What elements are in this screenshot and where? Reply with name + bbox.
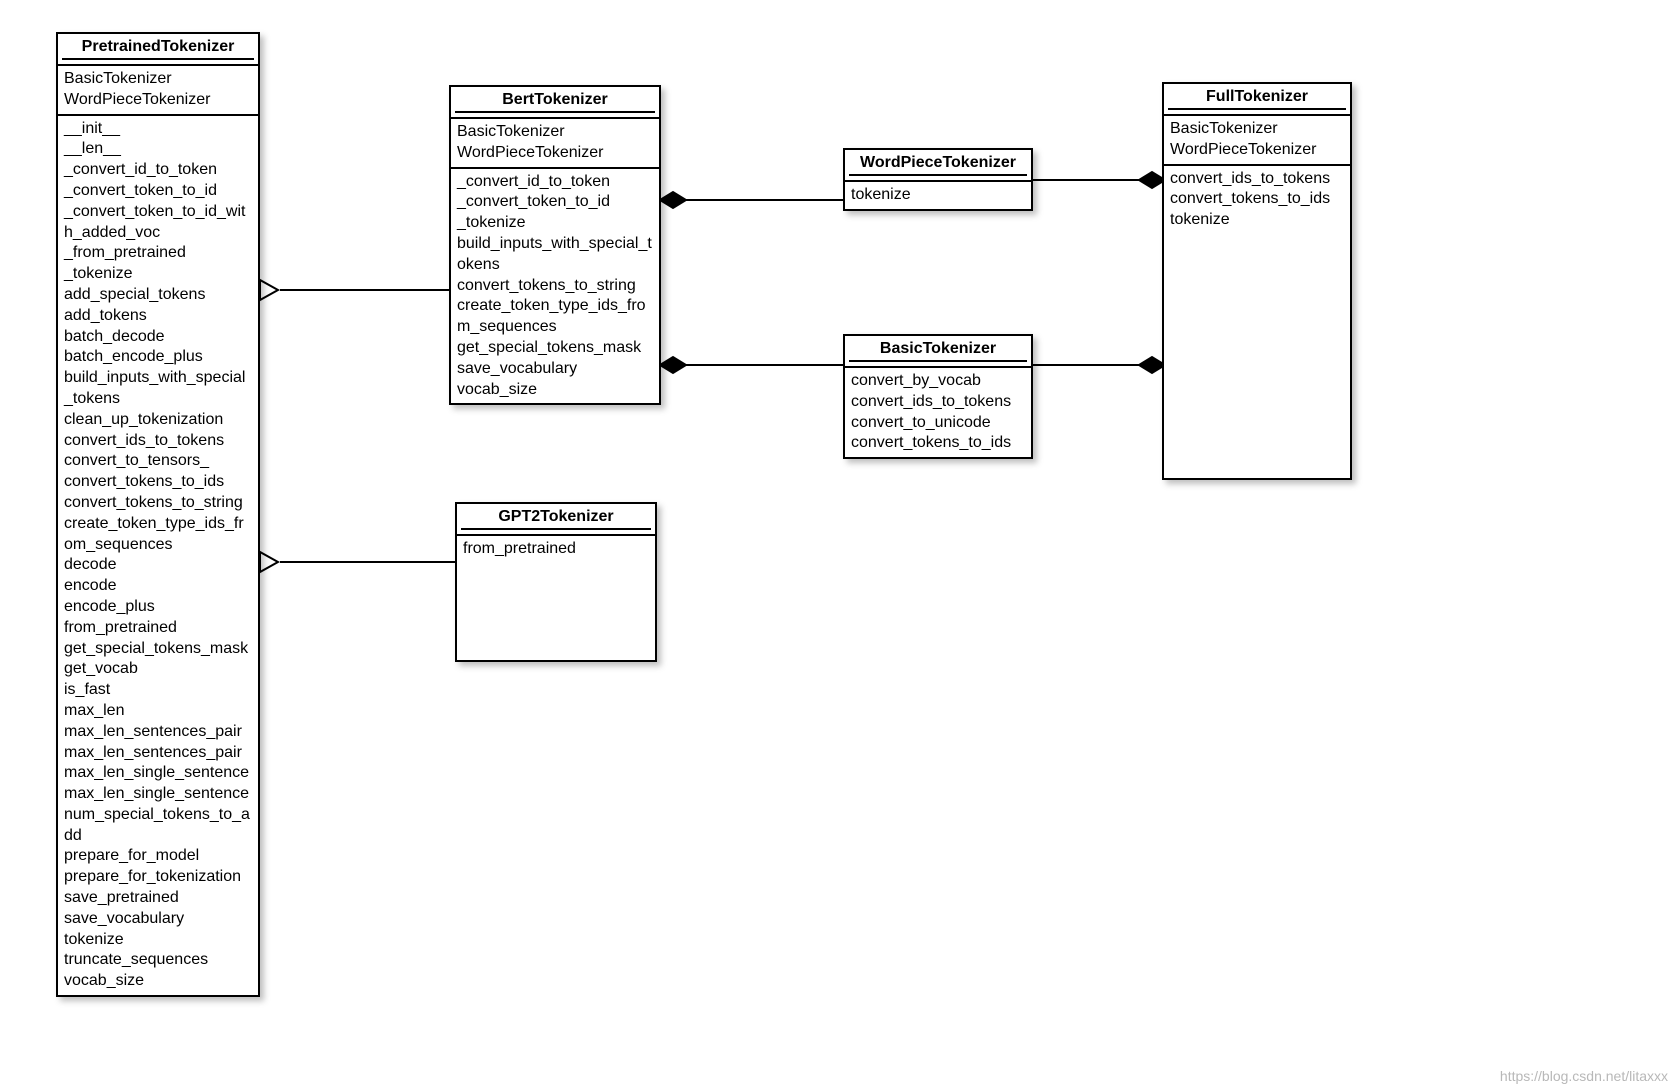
method-item: save_vocabulary <box>64 909 252 930</box>
class-attrs: BasicTokenizer WordPieceTokenizer <box>58 66 258 116</box>
composition-bert-wordpiece <box>660 192 843 208</box>
method-item: _convert_token_to_id <box>457 192 653 213</box>
method-item: prepare_for_model <box>64 846 252 867</box>
composition-full-wordpiece <box>1033 172 1165 188</box>
method-item: create_token_type_ids_from_sequences <box>64 514 252 556</box>
method-item: convert_tokens_to_string <box>457 276 653 297</box>
method-item: convert_tokens_to_string <box>64 493 252 514</box>
method-item: save_vocabulary <box>457 359 653 380</box>
method-item: tokenize <box>1170 210 1344 231</box>
method-item: build_inputs_with_special_tokens <box>457 234 653 276</box>
method-item: get_special_tokens_mask <box>64 639 252 660</box>
class-title: GPT2Tokenizer <box>457 504 655 536</box>
method-item: batch_encode_plus <box>64 347 252 368</box>
composition-bert-basic <box>660 357 843 373</box>
watermark-text: https://blog.csdn.net/litaxxx <box>1500 1068 1668 1084</box>
class-methods: convert_by_vocabconvert_ids_to_tokenscon… <box>845 368 1031 457</box>
method-item: add_special_tokens <box>64 285 252 306</box>
method-item: batch_decode <box>64 327 252 348</box>
method-item: decode <box>64 555 252 576</box>
method-item: clean_up_tokenization <box>64 410 252 431</box>
attr-item: WordPieceTokenizer <box>1170 140 1344 161</box>
class-full-tokenizer: FullTokenizer BasicTokenizer WordPieceTo… <box>1162 82 1352 480</box>
method-item: _convert_id_to_token <box>457 172 653 193</box>
class-methods: from_pretrained <box>457 536 655 656</box>
method-item: __init__ <box>64 119 252 140</box>
method-item: prepare_for_tokenization <box>64 867 252 888</box>
method-item: convert_tokens_to_ids <box>851 433 1025 454</box>
method-item: save_pretrained <box>64 888 252 909</box>
inheritance-gpt2-to-pretrained <box>260 552 455 572</box>
method-item: from_pretrained <box>64 618 252 639</box>
class-methods: tokenize <box>845 182 1031 209</box>
method-item: max_len <box>64 701 252 722</box>
method-item: max_len_sentences_pair <box>64 743 252 764</box>
attr-item: BasicTokenizer <box>457 122 653 143</box>
class-pretrained-tokenizer: PretrainedTokenizer BasicTokenizer WordP… <box>56 32 260 997</box>
attr-item: WordPieceTokenizer <box>64 90 252 111</box>
method-item: encode_plus <box>64 597 252 618</box>
method-item: _convert_id_to_token <box>64 160 252 181</box>
method-item: convert_ids_to_tokens <box>1170 169 1344 190</box>
method-item: truncate_sequences <box>64 950 252 971</box>
method-item: __len__ <box>64 139 252 160</box>
method-item: convert_tokens_to_ids <box>64 472 252 493</box>
method-item: encode <box>64 576 252 597</box>
method-item: convert_to_tensors_ <box>64 451 252 472</box>
method-item: build_inputs_with_special_tokens <box>64 368 252 410</box>
inheritance-bert-to-pretrained <box>260 280 449 300</box>
method-item: _tokenize <box>64 264 252 285</box>
method-item: add_tokens <box>64 306 252 327</box>
attr-item: WordPieceTokenizer <box>457 143 653 164</box>
method-item: vocab_size <box>457 380 653 401</box>
method-item: max_len_single_sentence <box>64 784 252 805</box>
method-item: num_special_tokens_to_add <box>64 805 252 847</box>
class-gpt2-tokenizer: GPT2Tokenizer from_pretrained <box>455 502 657 662</box>
attr-item: BasicTokenizer <box>64 69 252 90</box>
method-item: get_special_tokens_mask <box>457 338 653 359</box>
class-title: PretrainedTokenizer <box>58 34 258 66</box>
class-attrs: BasicTokenizer WordPieceTokenizer <box>451 119 659 169</box>
class-title: BasicTokenizer <box>845 336 1031 368</box>
class-wordpiece-tokenizer: WordPieceTokenizer tokenize <box>843 148 1033 211</box>
method-item: _tokenize <box>457 213 653 234</box>
method-item: _convert_token_to_id_with_added_voc <box>64 202 252 244</box>
method-item: vocab_size <box>64 971 252 992</box>
class-title: FullTokenizer <box>1164 84 1350 116</box>
method-item: get_vocab <box>64 659 252 680</box>
method-item: tokenize <box>64 930 252 951</box>
class-methods: _convert_id_to_token_convert_token_to_id… <box>451 169 659 404</box>
method-item: max_len_single_sentence <box>64 763 252 784</box>
class-basic-tokenizer: BasicTokenizer convert_by_vocabconvert_i… <box>843 334 1033 459</box>
method-item: _convert_token_to_id <box>64 181 252 202</box>
method-item: convert_to_unicode <box>851 413 1025 434</box>
class-methods: __init____len___convert_id_to_token_conv… <box>58 116 258 995</box>
class-attrs: BasicTokenizer WordPieceTokenizer <box>1164 116 1350 166</box>
method-item: _from_pretrained <box>64 243 252 264</box>
class-title: WordPieceTokenizer <box>845 150 1031 182</box>
class-bert-tokenizer: BertTokenizer BasicTokenizer WordPieceTo… <box>449 85 661 405</box>
method-item: from_pretrained <box>463 539 649 560</box>
method-item: convert_ids_to_tokens <box>851 392 1025 413</box>
class-title: BertTokenizer <box>451 87 659 119</box>
method-item: tokenize <box>851 185 1025 206</box>
class-methods: convert_ids_to_tokensconvert_tokens_to_i… <box>1164 166 1350 466</box>
method-item: is_fast <box>64 680 252 701</box>
composition-full-basic <box>1033 357 1165 373</box>
method-item: convert_ids_to_tokens <box>64 431 252 452</box>
method-item: convert_by_vocab <box>851 371 1025 392</box>
method-item: create_token_type_ids_from_sequences <box>457 296 653 338</box>
method-item: convert_tokens_to_ids <box>1170 189 1344 210</box>
method-item: max_len_sentences_pair <box>64 722 252 743</box>
attr-item: BasicTokenizer <box>1170 119 1344 140</box>
